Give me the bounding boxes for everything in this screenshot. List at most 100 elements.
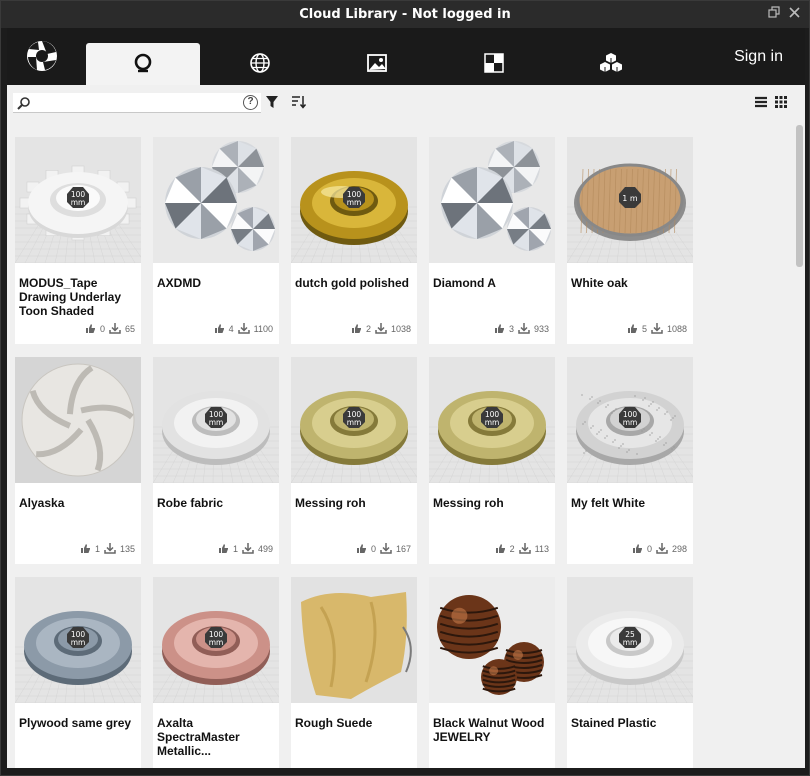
- material-card[interactable]: 100 mm Messing roh 0 167: [291, 357, 417, 564]
- cubes-icon: [600, 53, 622, 72]
- thumbs-up-icon[interactable]: [632, 543, 643, 554]
- svg-text:mm: mm: [485, 418, 500, 427]
- material-card[interactable]: Rough Suede: [291, 577, 417, 768]
- likes-count: 2: [365, 323, 371, 334]
- material-card[interactable]: AXDMD 4 1100: [153, 137, 279, 344]
- tab-online[interactable]: [203, 43, 317, 85]
- material-card[interactable]: 100 mm Plywood same grey: [15, 577, 141, 768]
- material-thumbnail[interactable]: 25 mm: [567, 577, 693, 703]
- material-thumbnail[interactable]: [153, 137, 279, 263]
- material-name: My felt White: [571, 496, 645, 510]
- likes-count: 0: [370, 543, 376, 554]
- material-card[interactable]: 1 m White oak 5 1088: [567, 137, 693, 344]
- download-icon[interactable]: [104, 543, 116, 554]
- material-name: Black Walnut Wood JEWELRY: [433, 716, 545, 744]
- downloads-count: 65: [124, 323, 135, 334]
- search-field[interactable]: ?: [13, 93, 261, 113]
- thumbs-up-icon[interactable]: [218, 543, 229, 554]
- likes-count: 4: [228, 323, 234, 334]
- material-name: Rough Suede: [295, 716, 373, 730]
- svg-text:mm: mm: [209, 418, 224, 427]
- material-thumbnail[interactable]: 1 m: [567, 137, 693, 263]
- tab-images[interactable]: [320, 43, 434, 85]
- thumbs-up-icon[interactable]: [80, 543, 91, 554]
- svg-text:mm: mm: [71, 638, 86, 647]
- list-view-icon[interactable]: [754, 95, 768, 109]
- close-icon[interactable]: [785, 5, 803, 23]
- app-logo-icon[interactable]: [25, 39, 59, 73]
- tab-models[interactable]: [554, 43, 668, 85]
- download-icon[interactable]: [651, 323, 663, 334]
- material-thumbnail[interactable]: 100 mm: [15, 137, 141, 263]
- material-name: White oak: [571, 276, 628, 290]
- thumbs-up-icon[interactable]: [627, 323, 638, 334]
- material-thumbnail[interactable]: 100 mm: [429, 357, 555, 483]
- material-thumbnail[interactable]: [429, 137, 555, 263]
- download-icon[interactable]: [656, 543, 668, 554]
- material-thumbnail[interactable]: 100 mm: [153, 577, 279, 703]
- thumbs-up-icon[interactable]: [495, 543, 506, 554]
- material-thumbnail[interactable]: 100 mm: [153, 357, 279, 483]
- restore-window-icon[interactable]: [765, 5, 783, 23]
- material-card[interactable]: Diamond A 3 933: [429, 137, 555, 344]
- material-stats: 0 65: [85, 323, 135, 334]
- svg-text:mm: mm: [623, 418, 638, 427]
- downloads-count: 933: [533, 323, 549, 334]
- search-input[interactable]: [35, 94, 235, 111]
- material-card[interactable]: Black Walnut Wood JEWELRY: [429, 577, 555, 768]
- material-thumbnail[interactable]: 100 mm: [15, 577, 141, 703]
- material-card[interactable]: 100 mm MODUS_Tape Drawing Underlay Toon S…: [15, 137, 141, 344]
- search-small-icon: [17, 97, 30, 110]
- download-icon[interactable]: [237, 323, 250, 334]
- material-card[interactable]: 100 mm Axalta SpectraMaster Metallic...: [153, 577, 279, 768]
- thumbs-up-icon[interactable]: [356, 543, 367, 554]
- material-card[interactable]: 100 mm dutch gold polished 2 1038: [291, 137, 417, 344]
- material-stats: 0 298: [632, 543, 687, 554]
- material-thumbnail[interactable]: 100 mm: [567, 357, 693, 483]
- download-icon[interactable]: [242, 543, 254, 554]
- material-stats: 2 1038: [351, 323, 411, 334]
- material-card[interactable]: 100 mm Messing roh 2 113: [429, 357, 555, 564]
- material-stats: 4 1100: [214, 323, 273, 334]
- material-card[interactable]: 25 mm Stained Plastic: [567, 577, 693, 768]
- svg-text:mm: mm: [209, 638, 224, 647]
- downloads-count: 298: [671, 543, 687, 554]
- sort-icon[interactable]: [291, 95, 307, 109]
- likes-count: 5: [641, 323, 647, 334]
- material-thumbnail[interactable]: [15, 357, 141, 483]
- download-icon[interactable]: [518, 543, 531, 554]
- scrollbar[interactable]: [796, 125, 803, 267]
- download-icon[interactable]: [375, 323, 387, 334]
- tab-textures[interactable]: [437, 43, 551, 85]
- thumbs-up-icon[interactable]: [85, 323, 96, 334]
- thumbs-up-icon[interactable]: [351, 323, 362, 334]
- downloads-count: 1088: [666, 323, 687, 334]
- grid-view-icon[interactable]: [774, 95, 788, 109]
- tab-search[interactable]: [86, 43, 200, 85]
- material-name: Messing roh: [433, 496, 504, 510]
- material-name: Robe fabric: [157, 496, 224, 510]
- material-thumbnail[interactable]: [291, 577, 417, 703]
- material-name: Alyaska: [19, 496, 65, 510]
- download-icon[interactable]: [109, 323, 121, 334]
- material-card[interactable]: 100 mm My felt White 0 298: [567, 357, 693, 564]
- download-icon[interactable]: [518, 323, 530, 334]
- material-thumbnail[interactable]: [429, 577, 555, 703]
- material-thumbnail[interactable]: 100 mm: [291, 137, 417, 263]
- thumbs-up-icon[interactable]: [214, 323, 225, 334]
- library-content: ? 100 mm MODUS_Tape Drawing Underlay Toon…: [7, 85, 805, 768]
- likes-count: 2: [509, 543, 515, 554]
- cloud-library-window: Cloud Library - Not logged in Sign in ? …: [0, 0, 810, 776]
- filter-icon[interactable]: [265, 95, 279, 109]
- likes-count: 0: [99, 323, 105, 334]
- material-card[interactable]: 100 mm Robe fabric 1 499: [153, 357, 279, 564]
- material-card[interactable]: Alyaska 1 135: [15, 357, 141, 564]
- help-icon[interactable]: ?: [243, 95, 258, 110]
- svg-text:mm: mm: [347, 198, 362, 207]
- globe-icon: [250, 53, 270, 73]
- material-thumbnail[interactable]: 100 mm: [291, 357, 417, 483]
- sign-in-link[interactable]: Sign in: [734, 48, 783, 66]
- svg-text:1 m: 1 m: [622, 194, 638, 203]
- download-icon[interactable]: [380, 543, 392, 554]
- thumbs-up-icon[interactable]: [494, 323, 505, 334]
